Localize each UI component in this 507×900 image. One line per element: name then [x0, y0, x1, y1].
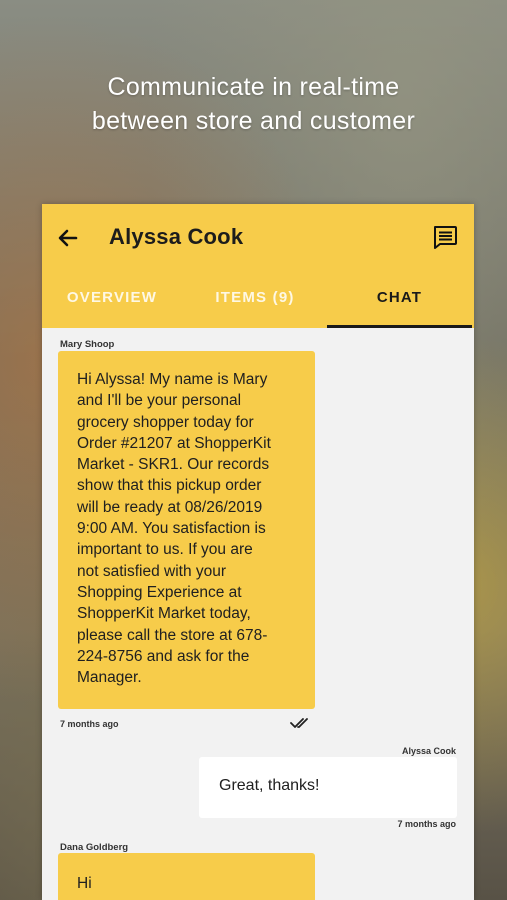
tab-bar: OVERVIEW ITEMS (9) CHAT: [42, 276, 474, 328]
chat-list-icon[interactable]: [432, 225, 458, 249]
message-line: ShopperKit Market today,: [77, 605, 251, 623]
tab-chat[interactable]: CHAT: [327, 276, 472, 328]
arrow-left-icon[interactable]: [56, 226, 80, 250]
app-bar: Alyssa Cook OVERVIEW ITEMS (9) CHAT: [42, 204, 474, 328]
app-screen: Alyssa Cook OVERVIEW ITEMS (9) CHAT Mary…: [42, 204, 474, 900]
message-line: Manager.: [77, 669, 142, 687]
message-line: not satisfied with your: [77, 562, 227, 580]
tab-items[interactable]: ITEMS (9): [184, 276, 326, 328]
message-line: will be ready at 08/26/2019: [77, 498, 263, 516]
message-sender: Dana Goldberg: [60, 842, 129, 853]
message-line: Hi Alyssa! My name is Mary: [77, 371, 268, 388]
tab-overview[interactable]: OVERVIEW: [42, 276, 182, 328]
message-line: 224-8756 and ask for the: [77, 647, 250, 665]
message-line: 9:00 AM. You satisfaction is: [77, 520, 266, 538]
chat-thread[interactable]: Mary Shoop Hi Alyssa! My name is Mary an…: [42, 328, 474, 900]
contact-title: Alyssa Cook: [109, 224, 244, 249]
message-sender: Alyssa Cook: [401, 746, 456, 756]
incoming-message-bubble[interactable]: Hi Alyssa! My name is Mary and I'll be y…: [58, 351, 315, 709]
message-line: Shopping Experience at: [77, 583, 242, 601]
outgoing-message-bubble[interactable]: Great, thanks!: [199, 757, 457, 818]
headline-line-2: between store and customer: [91, 107, 416, 135]
headline-line-1: Communicate in real-time: [107, 73, 400, 101]
message-timestamp: 7 months ago: [397, 819, 456, 829]
incoming-message-bubble[interactable]: Hi: [58, 853, 315, 900]
message-timestamp: 7 months ago: [60, 719, 119, 729]
message-line: Order #21207 at ShopperKit: [77, 434, 271, 452]
message-line: please call the store at 678-: [77, 626, 268, 644]
double-check-icon: [290, 718, 308, 728]
message-sender: Mary Shoop: [60, 339, 115, 350]
message-line: show that this pickup order: [77, 477, 262, 495]
promo-headline: Communicate in real-time between store a…: [0, 70, 507, 138]
message-line: Market - SKR1. Our records: [77, 456, 270, 474]
message-line: important to us. If you are: [77, 541, 253, 559]
message-line: grocery shopper today for: [77, 413, 254, 431]
message-line: and I'll be your personal: [77, 392, 242, 410]
